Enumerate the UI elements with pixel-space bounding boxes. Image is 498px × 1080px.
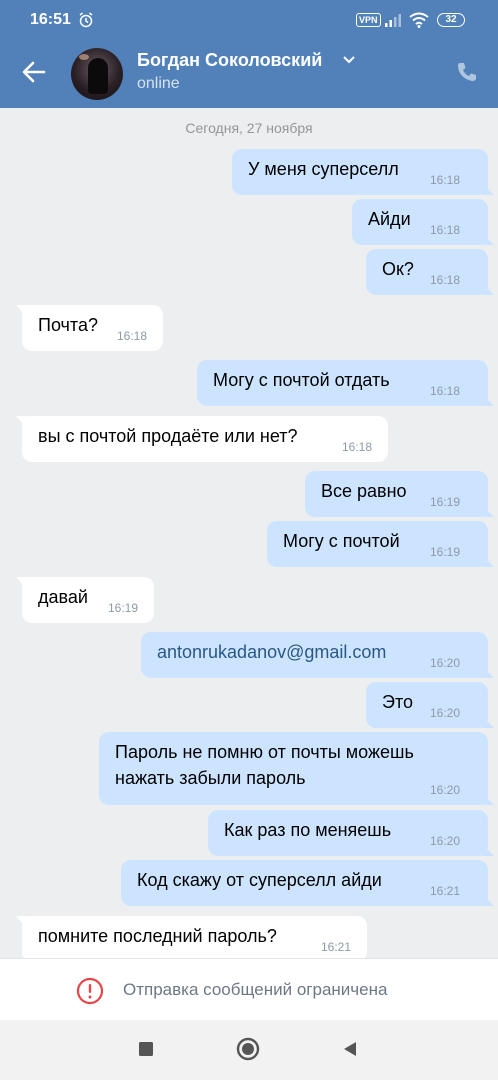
message-outgoing[interactable]: antonrukadanov@gmail.com 16:20 [141, 632, 494, 678]
home-circle-icon[interactable] [236, 1037, 260, 1061]
message-time: 16:21 [429, 884, 460, 898]
back-arrow-icon[interactable] [20, 58, 48, 86]
alarm-icon [79, 12, 93, 28]
message-outgoing[interactable]: Код скажу от суперселл айди 16:21 [121, 860, 494, 906]
message-outgoing[interactable]: Могу с почтой 16:19 [267, 521, 494, 567]
message-incoming[interactable]: давай 16:19 [16, 577, 154, 623]
message-time: 16:20 [429, 656, 460, 670]
message-outgoing[interactable]: Это 16:20 [366, 682, 494, 728]
message-outgoing[interactable]: Могу с почтой отдать 16:18 [197, 360, 494, 406]
signal-icon [385, 14, 401, 27]
presence-status: online [137, 75, 180, 92]
back-triangle-icon[interactable] [341, 1040, 359, 1058]
battery-indicator: 32 [437, 13, 465, 27]
date-separator: Сегодня, 27 ноября [185, 120, 313, 136]
messaging-restricted-bar: Отправка сообщений ограничена [0, 958, 498, 1021]
system-nav-bar [0, 1020, 498, 1080]
message-time: 16:18 [429, 173, 460, 187]
message-time: 16:18 [429, 223, 460, 237]
message-time: 16:19 [429, 545, 460, 559]
chat-header: 16:51 VPN 32 Богдан Соколовский online [0, 0, 498, 108]
recent-apps-square-icon[interactable] [137, 1040, 155, 1058]
message-time: 16:18 [341, 440, 372, 454]
message-time: 16:18 [429, 273, 460, 287]
message-time: 16:21 [320, 940, 351, 954]
message-incoming[interactable]: Почта? 16:18 [16, 305, 163, 351]
exclamation-circle-icon [76, 977, 104, 1005]
message-incoming[interactable]: помните последний пароль? 16:21 [16, 916, 367, 962]
message-text: Все равно [321, 481, 407, 501]
message-outgoing[interactable]: У меня суперселл 16:18 [232, 149, 494, 195]
message-time: 16:18 [116, 329, 147, 343]
message-incoming[interactable]: вы с почтой продаёте или нет? 16:18 [16, 416, 388, 462]
message-time: 16:20 [429, 706, 460, 720]
message-text: помните последний пароль? [38, 926, 277, 946]
message-time: 16:20 [429, 783, 460, 797]
message-outgoing[interactable]: Все равно 16:19 [305, 471, 494, 517]
wifi-icon [409, 12, 429, 28]
message-outgoing[interactable]: Ок? 16:18 [366, 249, 494, 295]
message-outgoing[interactable]: Как раз по меняешь 16:20 [208, 810, 494, 856]
contact-name[interactable]: Богдан Соколовский [137, 50, 322, 71]
phone-icon[interactable] [455, 60, 479, 84]
restriction-text: Отправка сообщений ограничена [123, 980, 388, 999]
vpn-badge: VPN [356, 13, 381, 27]
message-time: 16:19 [107, 601, 138, 615]
message-outgoing[interactable]: Пароль не помню от почты можешь нажать з… [99, 732, 494, 805]
message-text: Айди [368, 209, 411, 229]
chevron-down-icon[interactable] [342, 55, 356, 65]
status-time: 16:51 [30, 11, 71, 28]
status-bar: 16:51 VPN 32 [0, 0, 498, 44]
avatar[interactable] [71, 48, 123, 100]
message-time: 16:18 [429, 384, 460, 398]
message-outgoing[interactable]: Айди 16:18 [352, 199, 494, 245]
message-time: 16:20 [429, 834, 460, 848]
message-text: вы с почтой продаёте или нет? [38, 426, 298, 446]
message-time: 16:19 [429, 495, 460, 509]
